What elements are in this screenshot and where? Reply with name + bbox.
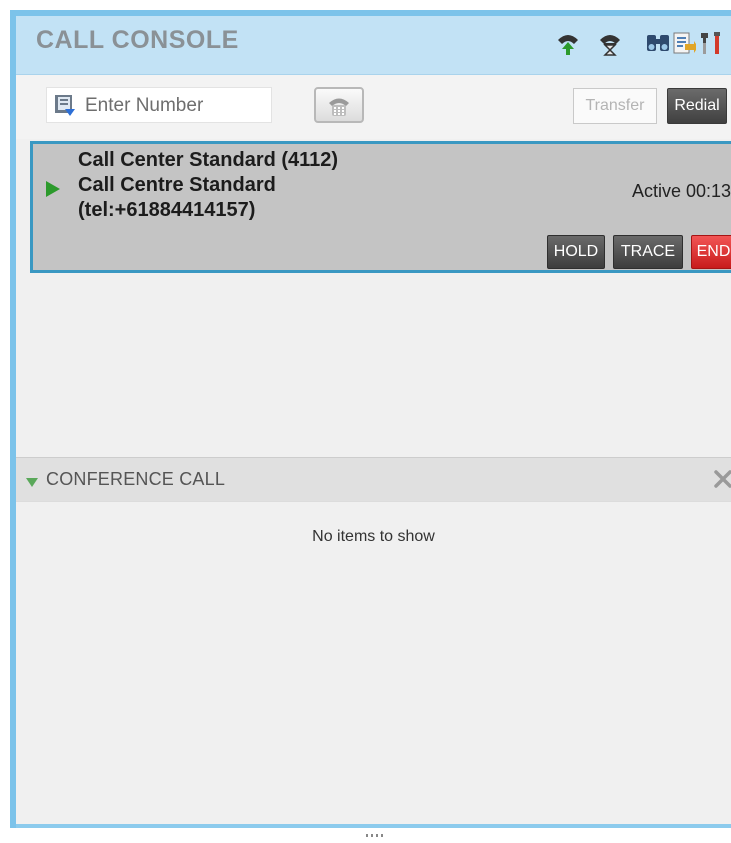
dial-toolbar: Transfer Redial [16,75,731,139]
notes-icon[interactable] [672,30,698,61]
caller-name: Call Centre Standard [78,174,276,196]
close-icon[interactable] [714,470,731,493]
collapse-triangle-icon[interactable] [26,474,38,492]
transfer-button[interactable]: Transfer [573,88,657,124]
call-console-panel: CALL CONSOLE Enter Number Transfer Redia… [10,10,731,837]
call-details: Call Center Standard (4112) Call Centre … [78,148,338,223]
directory-icon[interactable] [646,30,670,61]
trace-button[interactable]: TRACE [613,235,683,269]
panel-title: CALL CONSOLE [36,26,239,54]
phone-keypad-icon [328,95,350,122]
caller-number: (tel:+61884414157) [78,199,256,221]
dial-button[interactable] [314,87,364,123]
title-bar: CALL CONSOLE [16,16,731,75]
hold-button[interactable]: HOLD [547,235,605,269]
enter-number-input[interactable] [83,92,267,120]
call-icon[interactable] [556,30,580,61]
contact-book-icon [53,94,77,123]
call-wait-icon[interactable] [598,30,622,61]
play-arrow-icon [45,180,61,203]
end-button[interactable]: END [691,235,731,269]
call-status: Active 00:13 [631,181,731,201]
resize-grip-icon[interactable] [366,825,384,843]
call-center-name: Call Center Standard (4112) [78,149,339,171]
active-call-item[interactable]: Call Center Standard (4112) Call Centre … [30,141,731,273]
empty-list-message: No items to show [312,528,435,545]
dial-field[interactable] [46,87,272,123]
redial-button[interactable]: Redial [667,88,727,124]
settings-icon[interactable] [700,30,724,61]
conference-call-header[interactable]: CONFERENCE CALL [16,457,731,502]
conference-call-title: CONFERENCE CALL [46,469,226,489]
